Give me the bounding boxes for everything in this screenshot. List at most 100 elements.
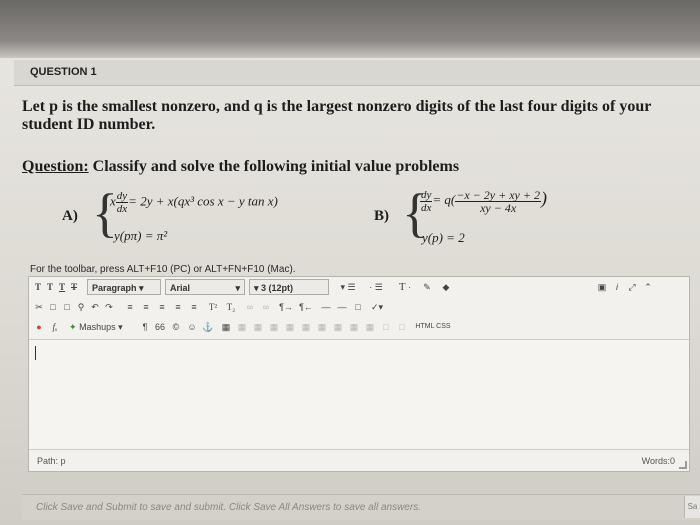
paste-icon[interactable]: □: [61, 299, 73, 315]
table-split-icon[interactable]: ▦: [299, 319, 313, 335]
checkbox-icon[interactable]: □: [351, 299, 365, 315]
spellcheck-icon[interactable]: ▣: [595, 279, 609, 295]
expand-icon[interactable]: ⤢: [625, 279, 639, 295]
chevron-down-icon: ▾: [235, 283, 240, 293]
html-button[interactable]: HTML CSS: [413, 319, 453, 335]
table-insert-icon[interactable]: ▦: [347, 319, 361, 335]
intro-bold1: nonzero: [161, 98, 216, 115]
text-caret: [35, 346, 36, 360]
text-style-t2-button[interactable]: T: [45, 279, 55, 295]
equation-b-line1: dy dx = q(−x − 2y + xy + 2 xy − 4x): [420, 187, 547, 215]
equation-b-line2: y(p) = 2: [422, 230, 465, 245]
table-icon[interactable]: ▦: [219, 319, 233, 335]
table-col-icon[interactable]: ▦: [251, 319, 265, 335]
intro-line2: student ID number.: [22, 116, 156, 133]
link-icon[interactable]: ∞: [243, 299, 257, 315]
toolbar-row-1: T T T T Paragraph ▾ Arial ▾ ▾ 3 (12pt) ▾…: [29, 279, 689, 297]
record-icon[interactable]: ●: [33, 319, 45, 335]
outdent-icon[interactable]: ≡: [187, 299, 201, 315]
intro-part2: , and q is the largest: [215, 98, 357, 115]
save-all-button[interactable]: Sa: [684, 496, 700, 518]
rtl-icon[interactable]: ¶←: [297, 299, 315, 315]
eraser-icon[interactable]: ◆: [439, 279, 453, 295]
rich-text-editor[interactable]: T T T T Paragraph ▾ Arial ▾ ▾ 3 (12pt) ▾…: [28, 276, 690, 472]
align-justify-icon[interactable]: ≡: [171, 299, 185, 315]
table-merge-icon[interactable]: ▦: [283, 319, 297, 335]
paragraph-select[interactable]: Paragraph ▾: [87, 279, 161, 295]
formula-icon[interactable]: fₓ: [47, 319, 63, 335]
table-height-icon[interactable]: □: [395, 319, 409, 335]
horizontal-rule-icon[interactable]: —: [319, 299, 333, 315]
toolbar-row-3: ● fₓ ✦ Mashups ▾ ¶ 66 © ☺ ⚓ ▦ ▦ ▦ ▦ ▦ ▦ …: [29, 319, 689, 337]
font-size-select[interactable]: ▾ 3 (12pt): [249, 279, 329, 295]
undo-icon[interactable]: ↶: [89, 299, 101, 315]
copy-icon[interactable]: □: [47, 299, 59, 315]
chevron-down-icon: ▾: [118, 322, 123, 332]
element-path: Path: p: [37, 456, 66, 466]
table-row-icon[interactable]: ▦: [235, 319, 249, 335]
anchor-icon[interactable]: ⚓: [201, 319, 215, 335]
word-count: Words:0: [641, 456, 675, 466]
table-cell-icon[interactable]: ▦: [267, 319, 281, 335]
redo-icon[interactable]: ↷: [103, 299, 115, 315]
table-width-icon[interactable]: □: [379, 319, 393, 335]
intro-bold2: nonzero: [356, 98, 412, 115]
text-style-t4-button[interactable]: T: [69, 279, 79, 295]
paragraph-mark-button[interactable]: ¶: [139, 319, 151, 335]
emoji-icon[interactable]: ☺: [185, 319, 199, 335]
align-center-icon[interactable]: ≡: [139, 299, 153, 315]
copyright-icon[interactable]: ©: [169, 319, 183, 335]
table-delete-icon[interactable]: ▦: [315, 319, 329, 335]
submit-footer: Click Save and Submit to save and submit…: [22, 494, 700, 520]
intro-part3: digits of the last four digits of your: [411, 98, 652, 115]
blockquote-button[interactable]: 66: [153, 319, 167, 335]
question-sub-label: Question:: [22, 158, 89, 175]
top-strip: [0, 0, 700, 58]
bullet-list-icon[interactable]: ▾ ☰: [335, 279, 361, 295]
font-family-select[interactable]: Arial ▾: [165, 279, 245, 295]
toolbar-hint: For the toolbar, press ALT+F10 (PC) or A…: [30, 264, 296, 275]
align-right-icon[interactable]: ≡: [155, 299, 169, 315]
editor-status-bar: Path: p Words:0: [29, 449, 689, 471]
equation-b-label: B): [374, 208, 389, 224]
mashups-menu[interactable]: ✦ Mashups ▾: [69, 319, 135, 335]
ltr-icon[interactable]: ¶→: [277, 299, 295, 315]
question-intro: Let p is the smallest nonzero, and q is …: [22, 98, 692, 134]
page: QUESTION 1 Let p is the smallest nonzero…: [0, 0, 700, 525]
align-left-icon[interactable]: ≡: [123, 299, 137, 315]
table-border-icon[interactable]: ▦: [363, 319, 377, 335]
question-sub-text: Classify and solve the following initial…: [88, 158, 460, 175]
unlink-icon[interactable]: ∞: [259, 299, 273, 315]
intro-part1: Let p is the smallest: [22, 98, 162, 115]
question-subtitle: Question: Classify and solve the followi…: [22, 158, 459, 176]
text-style-t1-button[interactable]: T: [33, 279, 43, 295]
footer-instructions: Click Save and Submit to save and submit…: [36, 502, 421, 513]
chevron-down-icon: ▾: [139, 283, 144, 293]
horizontal-line-icon[interactable]: —: [335, 299, 349, 315]
equation-b: B) { dy dx = q(−x − 2y + xy + 2 xy − 4x) y(…: [374, 184, 694, 248]
mashups-icon: ✦: [69, 322, 77, 332]
text-color-button[interactable]: T ·: [393, 279, 417, 295]
search-icon[interactable]: ⚲: [75, 299, 87, 315]
table-props-icon[interactable]: ▦: [331, 319, 345, 335]
superscript-button[interactable]: T²: [205, 299, 221, 315]
equation-a-line2: y(pπ) = π²: [114, 228, 168, 243]
question-header: QUESTION 1: [14, 60, 700, 86]
resize-grip-icon[interactable]: [679, 461, 687, 469]
equation-a: A) { x dy dx = 2y + x(qx³ cos x − y tan x) …: [22, 184, 322, 248]
cut-icon[interactable]: ✂: [33, 299, 45, 315]
toolbar-row-2: ✂ □ □ ⚲ ↶ ↷ ≡ ≡ ≡ ≡ ≡ T² T₂ ∞ ∞ ¶→ ¶← — …: [29, 299, 689, 317]
numbered-list-icon[interactable]: · ☰: [363, 279, 389, 295]
collapse-up-icon[interactable]: ⌃: [641, 279, 655, 295]
subscript-button[interactable]: T₂: [223, 299, 239, 315]
chevron-down-icon: ▾: [254, 283, 259, 293]
equation-a-label: A): [62, 208, 78, 224]
info-icon[interactable]: i: [611, 279, 623, 295]
spellcheck-dropdown-icon[interactable]: ✓▾: [367, 299, 387, 315]
question-panel: QUESTION 1 Let p is the smallest nonzero…: [14, 60, 700, 260]
question-title: QUESTION 1: [30, 66, 97, 78]
highlight-pen-icon[interactable]: ✎: [419, 279, 435, 295]
text-style-t3-button[interactable]: T: [57, 279, 67, 295]
equation-a-line1: x dy dx = 2y + x(qx³ cos x − y tan x): [110, 190, 278, 215]
editor-content-area[interactable]: [29, 339, 689, 449]
